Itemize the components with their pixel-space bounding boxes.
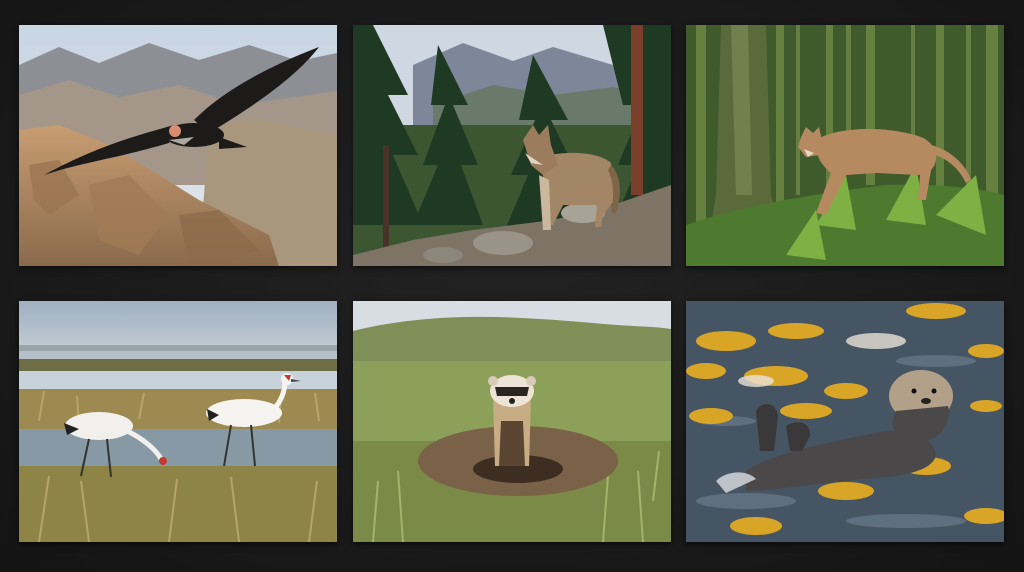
wolf-scene: [353, 25, 671, 266]
cougar-scene: [686, 25, 1004, 266]
photo-cranes-marsh: [19, 301, 337, 542]
photo-ferret-grassland: [353, 301, 671, 542]
ferret-scene: [353, 301, 671, 542]
photo-collage: [0, 0, 1024, 572]
otter-scene: [686, 301, 1004, 542]
photo-wolf-forest: [353, 25, 671, 266]
condor-scene: [19, 25, 337, 266]
ferret: [488, 375, 536, 466]
photo-cougar-rainforest: [686, 25, 1004, 266]
photo-condor-canyon: [19, 25, 337, 266]
cranes-scene: [19, 301, 337, 542]
photo-otter-kelp: [686, 301, 1004, 542]
